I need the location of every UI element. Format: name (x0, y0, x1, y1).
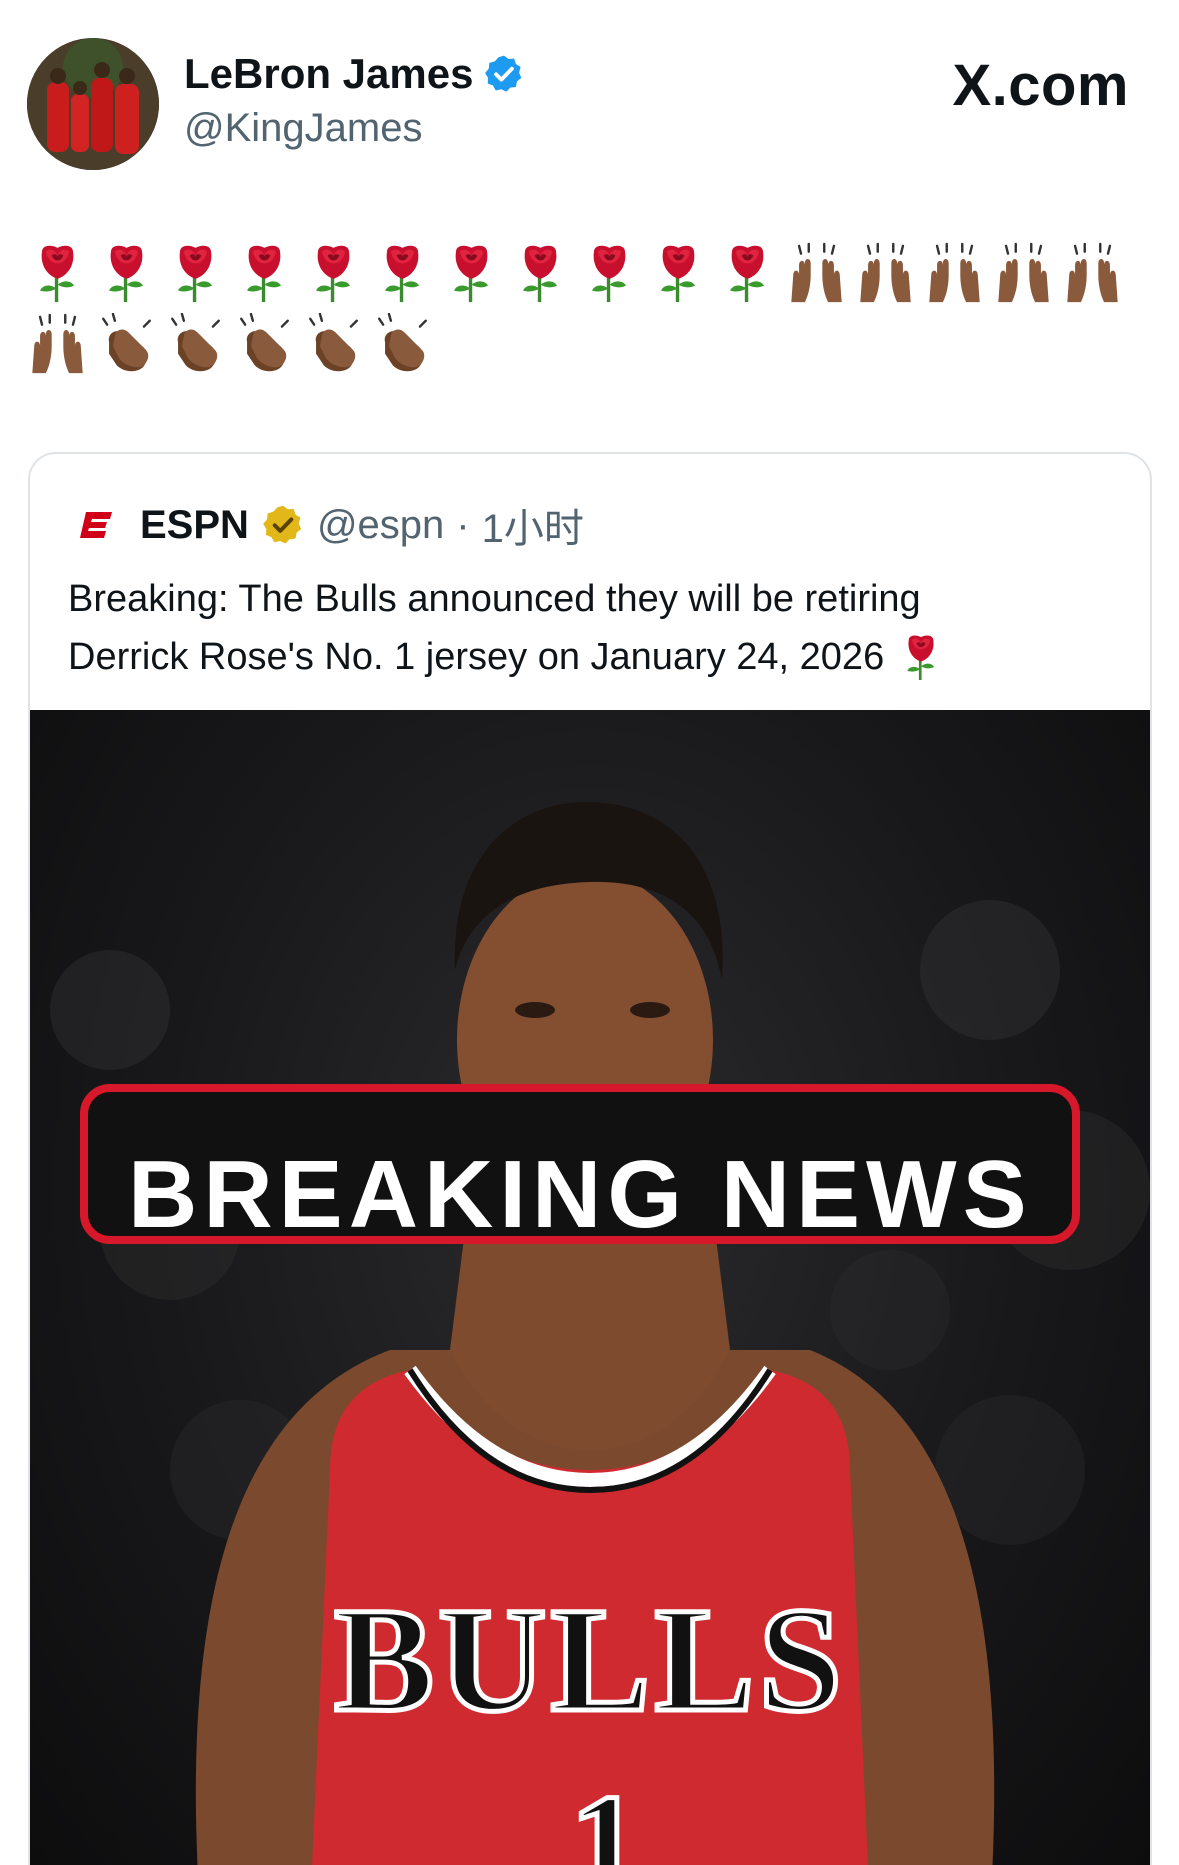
rose-icon (649, 242, 708, 304)
rose-icon (898, 632, 944, 682)
breaking-news-text: BREAKING NEWS (128, 1141, 1033, 1248)
quoted-tweet-text: Breaking: The Bulls announced they will … (68, 570, 1118, 686)
jersey-number: 1 (570, 1766, 640, 1865)
quoted-tweet-header: ESPN @espn · 1小时 (80, 496, 584, 554)
raised-hands-icon (856, 242, 915, 304)
separator-dot: · (456, 502, 470, 547)
rose-icon (511, 242, 570, 304)
post-emoji-row-2 (28, 313, 432, 375)
clapping-hands-icon (97, 313, 156, 375)
author-name-row[interactable]: LeBron James (184, 50, 525, 98)
quoted-text-line-2-row: Derrick Rose's No. 1 jersey on January 2… (68, 628, 1118, 686)
post-emoji-row-1 (28, 242, 1122, 304)
quoted-tweet-time[interactable]: 1小时 (482, 496, 584, 554)
author-name[interactable]: LeBron James (184, 50, 473, 98)
rose-icon (166, 242, 225, 304)
raised-hands-icon (787, 242, 846, 304)
clapping-hands-icon (235, 313, 294, 375)
author-handle[interactable]: @KingJames (184, 106, 422, 151)
x-brand-logo: X.com (952, 53, 1129, 118)
clapping-hands-icon (304, 313, 363, 375)
player-photo: BULLS 1 (50, 801, 1150, 1865)
rose-icon (28, 242, 87, 304)
quoted-text-line-2: Derrick Rose's No. 1 jersey on January 2… (68, 636, 885, 678)
clapping-hands-icon (373, 313, 432, 375)
rose-icon (235, 242, 294, 304)
rose-icon (97, 242, 156, 304)
clapping-hands-icon (166, 313, 225, 375)
author-avatar[interactable] (27, 38, 159, 170)
rose-icon (580, 242, 639, 304)
raised-hands-icon (925, 242, 984, 304)
raised-hands-icon (28, 313, 87, 375)
espn-logo-icon[interactable] (80, 508, 114, 542)
verified-badge-icon (485, 55, 522, 92)
raised-hands-icon (1063, 242, 1122, 304)
rose-icon (718, 242, 777, 304)
raised-hands-icon (994, 242, 1053, 304)
quoted-source-name[interactable]: ESPN (140, 503, 249, 548)
jersey-text: BULLS (334, 1577, 846, 1743)
rose-icon (442, 242, 501, 304)
quoted-text-line-1: Breaking: The Bulls announced they will … (68, 578, 921, 620)
rose-icon (304, 242, 363, 304)
rose-icon (373, 242, 432, 304)
gold-verified-badge-icon (263, 505, 302, 544)
quoted-tweet-image[interactable]: BULLS 1 (30, 710, 1150, 1865)
quoted-source-handle[interactable]: @espn (317, 503, 444, 548)
